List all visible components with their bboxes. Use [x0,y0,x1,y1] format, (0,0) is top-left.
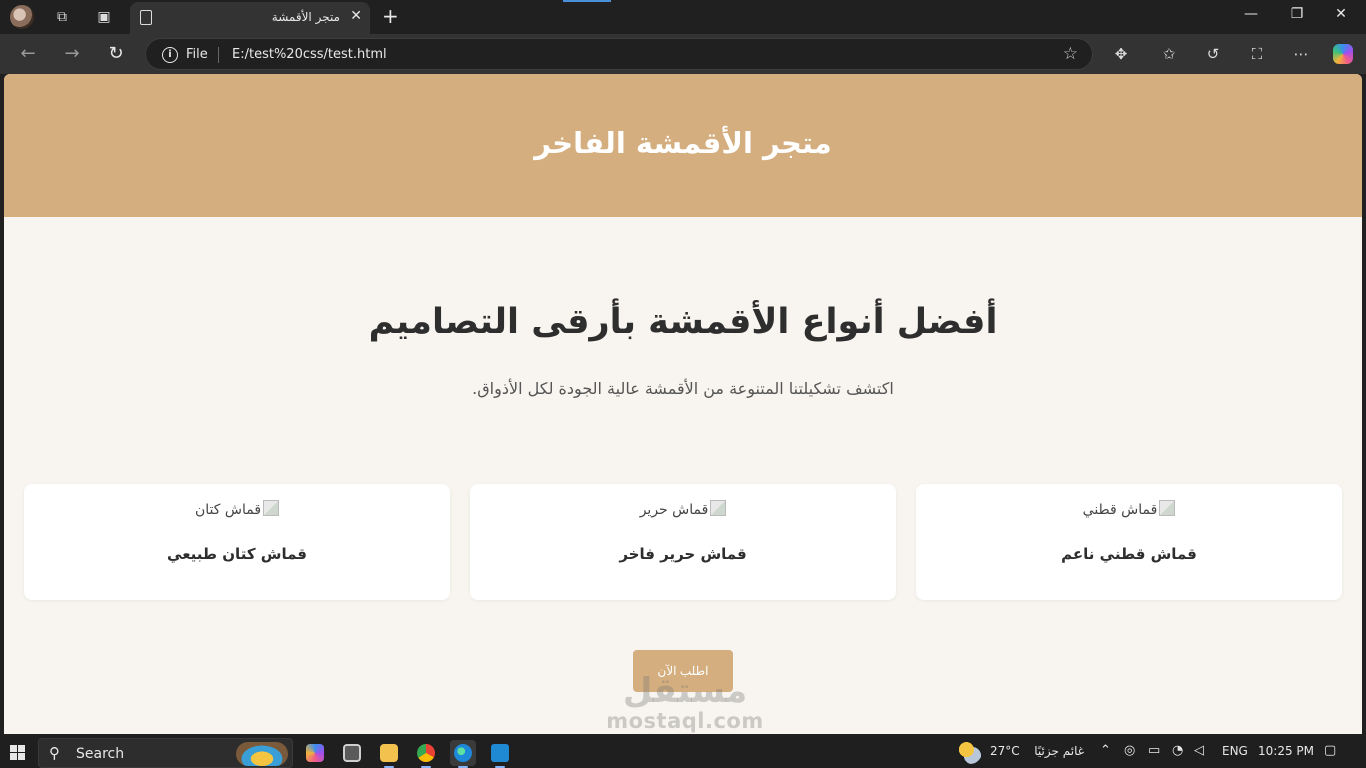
image-alt-text: قماش قطني [1082,502,1158,518]
product-image: قماش حرير [470,500,896,518]
url-text[interactable]: E:/test%20css/test.html [232,47,387,62]
product-card-silk: قماش حرير قماش حرير فاخر [470,484,896,600]
site-title: متجر الأقمشة الفاخر [534,126,832,160]
watermark-arabic: مستقل [622,671,748,711]
weather-condition[interactable]: غائم جزئيًا [1030,744,1084,758]
taskbar: ⚲ Search 27°C غائم جزئيًا ⌃ ◎ ▭ ◔ ◁ ENG … [0,736,1366,768]
hero-subtitle: اكتشف تشكيلتنا المتنوعة من الأقمشة عالية… [472,379,894,398]
product-title: قماش حرير فاخر [619,545,747,563]
search-icon: ⚲ [49,744,60,762]
search-label: Search [76,746,125,762]
extensions-icon[interactable]: ✥ [1110,43,1132,65]
folder-icon [380,744,398,762]
product-card-cotton: قماش قطني قماش قطني ناعم [916,484,1342,600]
chevron-up-icon[interactable]: ⌃ [1100,743,1111,758]
screenshot-icon[interactable]: ⛶ [1246,43,1268,65]
product-card-linen: قماش كتان قماش كتان طبيعي [24,484,450,600]
taskbar-edge[interactable] [450,740,476,768]
taskbar-vscode[interactable] [487,740,513,768]
weather-icon[interactable] [958,740,982,764]
product-image: قماش كتان [24,500,450,518]
volume-icon[interactable]: ◁ [1194,743,1204,758]
history-icon[interactable]: ↺ [1202,43,1224,65]
more-menu-icon[interactable]: ⋯ [1290,43,1312,65]
taskbar-search[interactable]: ⚲ Search [38,738,293,768]
battery-icon[interactable]: ▭ [1148,743,1160,758]
close-window-icon[interactable]: ✕ [1326,6,1356,22]
watermark-latin: mostaql.com [606,709,764,733]
camera-icon[interactable]: ◎ [1124,743,1135,758]
edge-icon [454,744,472,762]
temperature[interactable]: 27°C [990,744,1020,758]
workspaces-icon[interactable]: ⧉ [52,7,72,27]
taskbar-copilot[interactable] [302,740,328,766]
drag-region-accent [563,0,611,2]
tab-strip: ⧉ ▣ متجر الأقمشة ✕ + — ❐ ✕ [0,0,1366,34]
chrome-icon [417,744,435,762]
favorite-star-icon[interactable]: ☆ [1063,44,1078,64]
divider [218,47,219,63]
restore-icon[interactable]: ❐ [1282,6,1312,22]
tab-actions-icon[interactable]: ▣ [94,7,114,27]
image-alt-text: قماش كتان [194,502,262,518]
profile-avatar[interactable] [10,5,34,29]
forward-icon[interactable]: → [60,42,84,66]
page-viewport: متجر الأقمشة الفاخر أفضل أنواع الأقمشة ب… [4,74,1362,734]
back-icon[interactable]: ← [16,42,40,66]
product-title: قماش قطني ناعم [1061,545,1197,563]
copilot-app-icon [306,744,324,762]
new-tab-icon[interactable]: + [382,4,399,28]
favorites-icon[interactable]: ✩ [1158,43,1180,65]
document-icon [140,10,152,25]
notification-icon[interactable]: ▢ [1324,743,1336,758]
broken-image-icon [710,500,727,516]
minimize-icon[interactable]: — [1236,6,1266,22]
windows-start-icon[interactable] [10,745,25,760]
product-image: قماش قطني [916,500,1342,518]
watermark: مستقل mostaql.com [600,672,770,732]
settings-app-icon [343,744,361,762]
taskbar-chrome[interactable] [413,740,439,768]
image-alt-text: قماش حرير [639,502,709,518]
url-scheme: File [186,47,208,62]
taskbar-explorer[interactable] [376,740,402,768]
tab-active[interactable]: متجر الأقمشة ✕ [130,2,370,34]
clock-time[interactable]: 10:25 PM [1258,744,1314,758]
site-header: متجر الأقمشة الفاخر [4,74,1362,217]
refresh-icon[interactable]: ↻ [104,42,128,66]
taskbar-settings[interactable] [339,740,365,766]
tab-title: متجر الأقمشة [271,10,340,24]
vscode-icon [491,744,509,762]
address-toolbar: ← → ↻ i File E:/test%20css/test.html ☆ ✥… [0,34,1366,74]
search-highlight-icon [236,742,288,766]
copilot-icon[interactable] [1333,44,1353,64]
wifi-icon[interactable]: ◔ [1172,743,1183,758]
address-bar[interactable]: i File E:/test%20css/test.html ☆ [145,38,1093,70]
broken-image-icon [263,500,280,516]
product-title: قماش كتان طبيعي [167,545,307,563]
hero-title: أفضل أنواع الأقمشة بأرقى التصاميم [368,302,998,342]
site-info-icon[interactable]: i [162,47,178,63]
close-tab-icon[interactable]: ✕ [350,8,362,24]
input-language[interactable]: ENG [1222,744,1248,758]
broken-image-icon [1159,500,1176,516]
